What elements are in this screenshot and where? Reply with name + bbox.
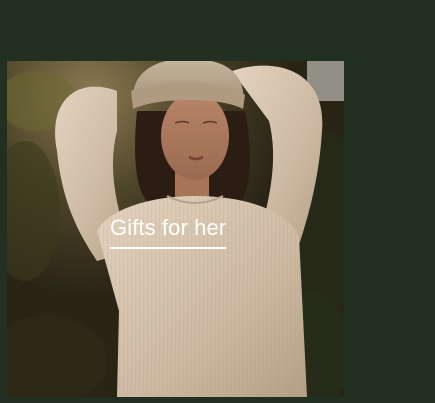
promo-caption-link[interactable]: Gifts for her (110, 211, 227, 249)
page: Gifts for her (0, 0, 435, 403)
gifts-for-her-promo-card[interactable]: Gifts for her (7, 61, 344, 397)
